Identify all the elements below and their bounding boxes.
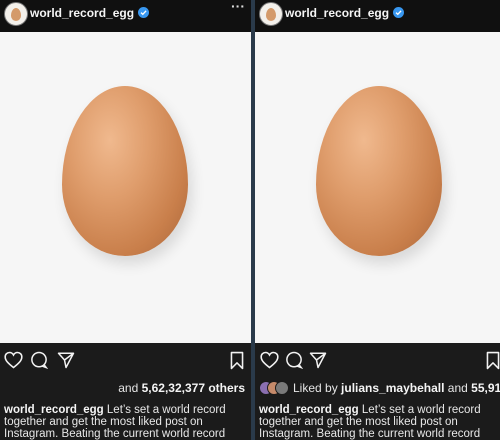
caption-username[interactable]: world_record_egg bbox=[4, 404, 104, 416]
heart-icon[interactable] bbox=[258, 349, 280, 371]
more-options-icon[interactable]: ··· bbox=[231, 0, 245, 14]
bookmark-icon[interactable] bbox=[226, 349, 248, 371]
verified-badge-icon bbox=[393, 7, 405, 18]
post-caption: world_record_egg Let’s set a world recor… bbox=[4, 404, 247, 440]
egg-image bbox=[62, 86, 188, 256]
post-caption: world_record_egg Let’s set a world recor… bbox=[259, 404, 496, 440]
avatar[interactable] bbox=[4, 2, 28, 26]
post-header: world_record_egg bbox=[255, 0, 500, 32]
verified-badge-icon bbox=[138, 7, 150, 18]
username-text: world_record_egg bbox=[30, 6, 135, 20]
egg-avatar-icon bbox=[11, 7, 21, 21]
likes-count: 55,917,920 others bbox=[471, 381, 500, 395]
right-post: world_record_egg Liked by julians_maybeh… bbox=[255, 0, 500, 440]
username-text: world_record_egg bbox=[285, 6, 390, 20]
username-link[interactable]: world_record_egg bbox=[30, 6, 150, 20]
post-photo[interactable] bbox=[0, 32, 251, 343]
caption-username[interactable]: world_record_egg bbox=[259, 404, 359, 416]
action-bar bbox=[255, 349, 500, 373]
liked-by-user[interactable]: julians_maybehall bbox=[341, 381, 444, 395]
likes-prefix: and bbox=[118, 381, 139, 395]
avatar[interactable] bbox=[259, 2, 283, 26]
heart-icon[interactable] bbox=[2, 349, 24, 371]
share-icon[interactable] bbox=[55, 349, 77, 371]
liker-avatars bbox=[259, 381, 289, 395]
action-bar bbox=[0, 349, 251, 373]
egg-image bbox=[316, 86, 442, 256]
post-photo[interactable] bbox=[255, 32, 500, 343]
comment-icon[interactable] bbox=[283, 349, 305, 371]
bookmark-icon[interactable] bbox=[482, 349, 500, 371]
likes-count: 5,62,32,377 others bbox=[141, 381, 245, 395]
left-post: world_record_egg ··· and 5,62,32,377 oth… bbox=[0, 0, 251, 440]
egg-avatar-icon bbox=[266, 7, 276, 21]
post-header: world_record_egg ··· bbox=[0, 0, 251, 32]
likes-and: and bbox=[447, 381, 468, 395]
username-link[interactable]: world_record_egg bbox=[285, 6, 405, 20]
likes-summary[interactable]: Liked by julians_maybehall and 55,917,92… bbox=[259, 381, 500, 395]
share-icon[interactable] bbox=[307, 349, 329, 371]
comment-icon[interactable] bbox=[28, 349, 50, 371]
likes-prefix: Liked by bbox=[293, 381, 338, 395]
likes-summary[interactable]: and 5,62,32,377 others bbox=[118, 381, 245, 395]
